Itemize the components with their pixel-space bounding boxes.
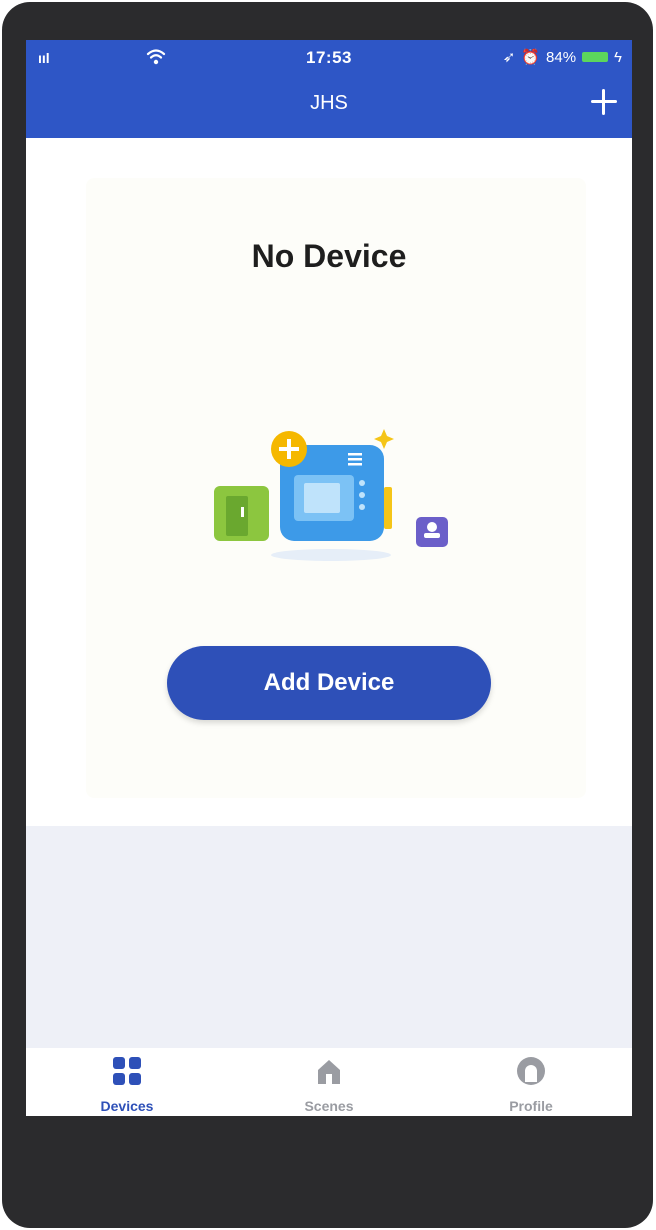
grid-icon — [113, 1057, 141, 1085]
battery-percent: 84% — [546, 48, 577, 66]
sensor-icon — [416, 517, 448, 547]
tab-bar: Devices Scenes Profile — [26, 1048, 632, 1116]
tab-scenes[interactable]: Scenes — [228, 1048, 430, 1116]
empty-state-heading: No Device — [251, 238, 407, 274]
status-bar: ııl 17:53 ➶ ⏰ 84% ϟ — [26, 40, 632, 76]
battery-icon — [582, 52, 609, 62]
add-device-button[interactable]: Add Device — [167, 646, 491, 720]
profile-icon — [517, 1057, 545, 1085]
tab-label: Profile — [509, 1098, 553, 1114]
fridge-icon — [214, 486, 269, 541]
alarm-icon: ⏰ — [521, 49, 541, 66]
charging-icon: ϟ — [614, 48, 622, 66]
location-icon: ➶ — [502, 49, 516, 66]
sparkle-icon — [374, 429, 394, 449]
status-right: ➶ ⏰ 84% ϟ — [502, 48, 622, 67]
plus-badge-icon — [271, 431, 307, 467]
home-icon — [318, 1060, 340, 1084]
phone-frame: ııl 17:53 ➶ ⏰ 84% ϟ JHS No Device Add De… — [2, 2, 653, 1228]
empty-region — [26, 826, 632, 1048]
top-bar: ııl 17:53 ➶ ⏰ 84% ϟ JHS — [26, 40, 632, 138]
tab-label: Devices — [100, 1098, 154, 1114]
tab-devices[interactable]: Devices — [26, 1048, 228, 1116]
tab-label: Scenes — [304, 1098, 354, 1114]
devices-illustration — [214, 429, 448, 561]
plus-icon[interactable] — [590, 88, 618, 116]
tab-profile[interactable]: Profile — [430, 1048, 632, 1116]
page-title: JHS — [310, 92, 348, 114]
main-content: No Device Add Device — [26, 138, 632, 826]
app-screen: ııl 17:53 ➶ ⏰ 84% ϟ JHS No Device Add De… — [26, 40, 632, 1116]
